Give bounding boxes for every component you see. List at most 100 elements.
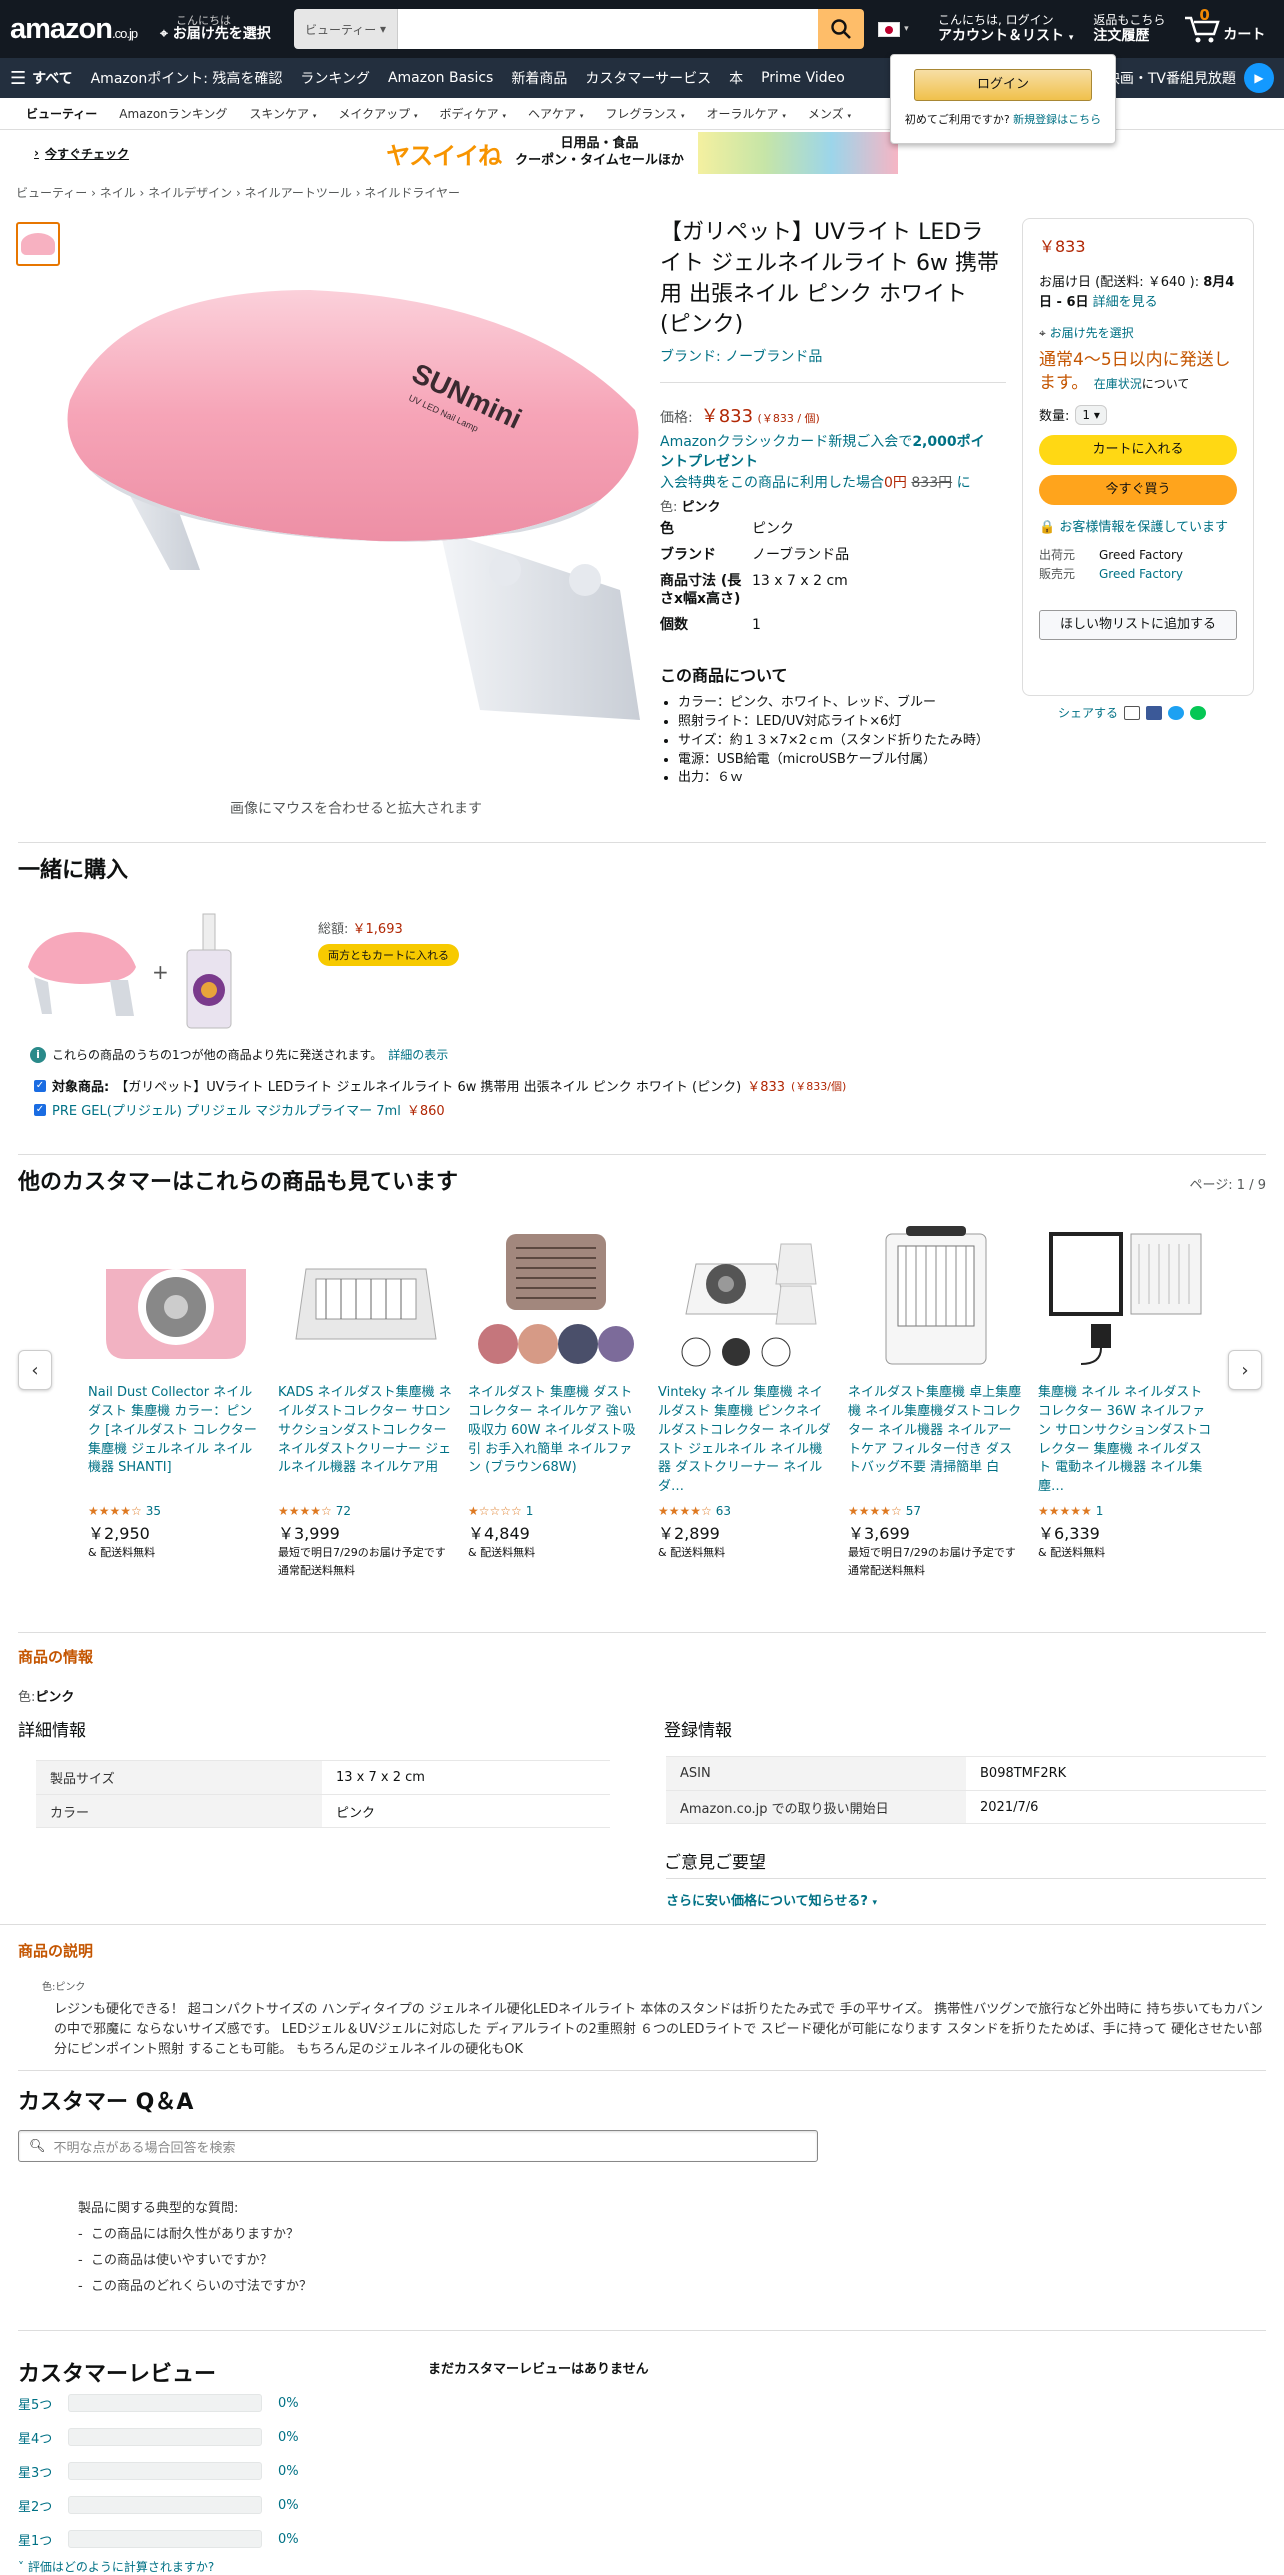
qa-search-input[interactable]: 🔍︎ 不明な点がある場合回答を検索 <box>18 2130 818 2162</box>
card-title[interactable]: Vinteky ネイル 集塵機 ネイルダスト 集塵機 ピンクネイルダストコレクタ… <box>658 1384 834 1502</box>
nav-item[interactable]: 新着商品 <box>511 68 567 88</box>
nav-item[interactable]: ランキング <box>300 68 370 88</box>
image-thumbnail[interactable] <box>16 222 60 266</box>
nav-item[interactable]: Prime Video <box>761 70 845 86</box>
twitter-icon[interactable] <box>1168 705 1185 720</box>
carousel-product-card[interactable]: KADS ネイルダスト集塵機 ネイルダストコレクター サロンサクションダストコレ… <box>278 1224 454 1579</box>
nav-item[interactable]: Amazon Basics <box>388 70 493 86</box>
brand-link[interactable]: ブランド: ノーブランド品 <box>660 346 822 366</box>
question-item[interactable]: - この商品は使いやすいですか？ <box>78 2248 312 2274</box>
card-title[interactable]: KADS ネイルダスト集塵機 ネイルダストコレクター サロンサクションダストコレ… <box>278 1384 454 1502</box>
card-title[interactable]: Nail Dust Collector ネイルダスト 集塵機 カラー：ピンク [… <box>88 1384 264 1502</box>
card-rating[interactable]: ★☆☆☆☆ 1 <box>468 1504 644 1518</box>
line-icon[interactable] <box>1190 705 1207 720</box>
login-button[interactable]: ログイン <box>914 69 1092 101</box>
subnav-item[interactable]: オーラルケア ▾ <box>707 105 786 122</box>
carousel-product-card[interactable]: Vinteky ネイル 集塵機 ネイルダスト 集塵機 ピンクネイルダストコレクタ… <box>658 1224 834 1562</box>
all-menu-button[interactable]: ☰ すべて <box>10 68 73 89</box>
subnav-item-beauty[interactable]: ビューティー <box>26 105 97 122</box>
subnav-item[interactable]: スキンケア ▾ <box>249 105 316 122</box>
rating-row[interactable]: 星1つ 0% <box>18 2522 299 2556</box>
rating-explanation-link[interactable]: ˅ 評価はどのように計算されますか? <box>18 2558 299 2575</box>
product-thumbnail[interactable] <box>848 1224 1024 1374</box>
banner-cta[interactable]: › 今すぐチェック <box>34 145 129 162</box>
card-title[interactable]: ネイルダスト集塵機 卓上集塵機 ネイル集塵機ダストコレクター ネイル機器 ネイル… <box>848 1384 1024 1502</box>
carousel-next-button[interactable]: › <box>1228 1350 1262 1390</box>
fbt-details-link[interactable]: 詳細の表示 <box>388 1046 448 1063</box>
cart-button[interactable]: 0 カート <box>1183 6 1265 44</box>
product-thumbnail[interactable] <box>1038 1224 1214 1374</box>
checkbox-checked[interactable]: ✓ <box>34 1079 46 1092</box>
card-rating[interactable]: ★★★★☆ 63 <box>658 1504 834 1518</box>
subnav-item[interactable]: ヘアケア ▾ <box>528 105 583 122</box>
add-both-to-cart-button[interactable]: 両方ともカートに入れる <box>318 944 459 966</box>
carousel-product-card[interactable]: Nail Dust Collector ネイルダスト 集塵機 カラー：ピンク [… <box>88 1224 264 1562</box>
card-promo[interactable]: Amazonクラシックカード新規ご入会で2,000ポイントプレゼント 入会特典を… <box>660 432 990 493</box>
orders-line1: 返品もこちら <box>1093 13 1166 28</box>
card-rating[interactable]: ★★★★☆ 72 <box>278 1504 454 1518</box>
quantity-select[interactable]: 1 ▾ <box>1075 404 1107 425</box>
product-thumbnail[interactable] <box>658 1224 834 1374</box>
card-rating[interactable]: ★★★★☆ 57 <box>848 1504 1024 1518</box>
subnav-item[interactable]: メイクアップ ▾ <box>338 105 417 122</box>
carousel-product-card[interactable]: ネイルダスト 集塵機 ダストコレクター ネイルケア 強い吸収力 60W ネイルダ… <box>468 1224 644 1562</box>
breadcrumb-item[interactable]: ネイル <box>100 186 136 200</box>
product-image[interactable]: SUNmini UV LED Nail Lamp <box>60 270 650 750</box>
rating-row[interactable]: 星2つ 0% <box>18 2488 299 2522</box>
returns-orders[interactable]: 返品もこちら 注文履歴 <box>1093 13 1165 44</box>
product-thumbnail[interactable] <box>88 1224 264 1374</box>
card-title[interactable]: ネイルダスト 集塵機 ダストコレクター ネイルケア 強い吸収力 60W ネイルダ… <box>468 1384 644 1502</box>
language-selector[interactable]: ▾ <box>878 21 914 37</box>
carousel-prev-button[interactable]: ‹ <box>18 1350 52 1390</box>
select-address-link[interactable]: ⌖ お届け先を選択 <box>1039 324 1237 341</box>
nav-item[interactable]: カスタマーサービス <box>585 68 711 88</box>
add-to-wishlist-button[interactable]: ほしい物リストに追加する <box>1039 610 1237 641</box>
question-item[interactable]: - この商品のどれくらいの寸法ですか？ <box>78 2274 312 2300</box>
fbt-item-image-primer[interactable] <box>179 912 239 1032</box>
breadcrumb-item[interactable]: ネイルドライヤー <box>364 186 460 200</box>
account-lists[interactable]: こんにちは, ログイン アカウント＆リスト ▾ <box>938 13 1073 44</box>
delivery-details-link[interactable]: 詳細を見る <box>1093 295 1158 310</box>
facebook-icon[interactable] <box>1146 705 1163 720</box>
breadcrumb-item[interactable]: ビューティー <box>16 186 87 200</box>
subnav-item[interactable]: Amazonランキング <box>119 105 227 122</box>
card-title[interactable]: 集塵機 ネイル ネイルダストコレクター 36W ネイルファン サロンサクションダ… <box>1038 1384 1214 1502</box>
price-feedback-link[interactable]: さらに安い価格について知らせる? ▾ <box>666 1890 877 1909</box>
rating-row[interactable]: 星5つ 0% <box>18 2386 299 2420</box>
deliver-to[interactable]: こんにちは ⌖ お届け先を選択 <box>160 15 290 42</box>
rating-row[interactable]: 星3つ 0% <box>18 2454 299 2488</box>
breadcrumb-item[interactable]: ネイルデザイン <box>148 186 232 200</box>
signup-link[interactable]: 新規登録はこちら <box>1013 113 1101 126</box>
subnav-item[interactable]: フレグランス ▾ <box>605 105 684 122</box>
stock-link[interactable]: 在庫状況 <box>1094 377 1142 391</box>
search-category-select[interactable]: ビューティー ▾ <box>294 9 398 49</box>
buy-now-button[interactable]: 今すぐ買う <box>1039 474 1237 505</box>
rating-row[interactable]: 星4つ 0% <box>18 2420 299 2454</box>
fbt-item-image-lamp[interactable] <box>18 922 142 1022</box>
search-button[interactable] <box>818 9 864 49</box>
nav-item[interactable]: 本 <box>729 68 743 88</box>
checkbox-checked[interactable]: ✓ <box>34 1103 46 1116</box>
add-to-cart-button[interactable]: カートに入れる <box>1039 434 1237 465</box>
email-icon[interactable] <box>1124 705 1141 720</box>
carousel-product-card[interactable]: 集塵機 ネイル ネイルダストコレクター 36W ネイルファン サロンサクションダ… <box>1038 1224 1214 1562</box>
card-shipping: 通常配送料無料 <box>848 1563 925 1577</box>
subnav-item[interactable]: メンズ ▾ <box>808 105 851 122</box>
product-thumbnail[interactable] <box>278 1224 454 1374</box>
subnav-item[interactable]: ボディケア ▾ <box>440 105 507 122</box>
card-rating[interactable]: ★★★★☆ 35 <box>88 1504 264 1518</box>
question-item[interactable]: - この商品には耐久性がありますか？ <box>78 2222 312 2248</box>
product-thumbnail[interactable] <box>468 1224 644 1374</box>
fbt-item-link[interactable]: PRE GEL(プリジェル) プリジェル マジカルプライマー 7ml <box>52 1100 401 1119</box>
seller-link[interactable]: Greed Factory <box>1099 567 1183 581</box>
reviews-title: カスタマーレビュー <box>18 2362 217 2387</box>
prime-promo[interactable]: 映画・TV番組見放題 ▶ <box>1106 63 1274 93</box>
shipper-name: Greed Factory <box>1099 547 1183 562</box>
search-input[interactable] <box>398 9 818 49</box>
card-rating[interactable]: ★★★★★ 1 <box>1038 1504 1214 1518</box>
nav-item[interactable]: Amazonポイント: 残高を確認 <box>91 68 283 88</box>
secure-transaction-link[interactable]: 🔒 お客様情報を保護しています <box>1039 519 1237 538</box>
carousel-product-card[interactable]: ネイルダスト集塵機 卓上集塵機 ネイル集塵機ダストコレクター ネイル機器 ネイル… <box>848 1224 1024 1579</box>
amazon-logo[interactable]: amazon.co.jp <box>10 13 160 46</box>
breadcrumb-item[interactable]: ネイルアートツール <box>245 186 352 200</box>
